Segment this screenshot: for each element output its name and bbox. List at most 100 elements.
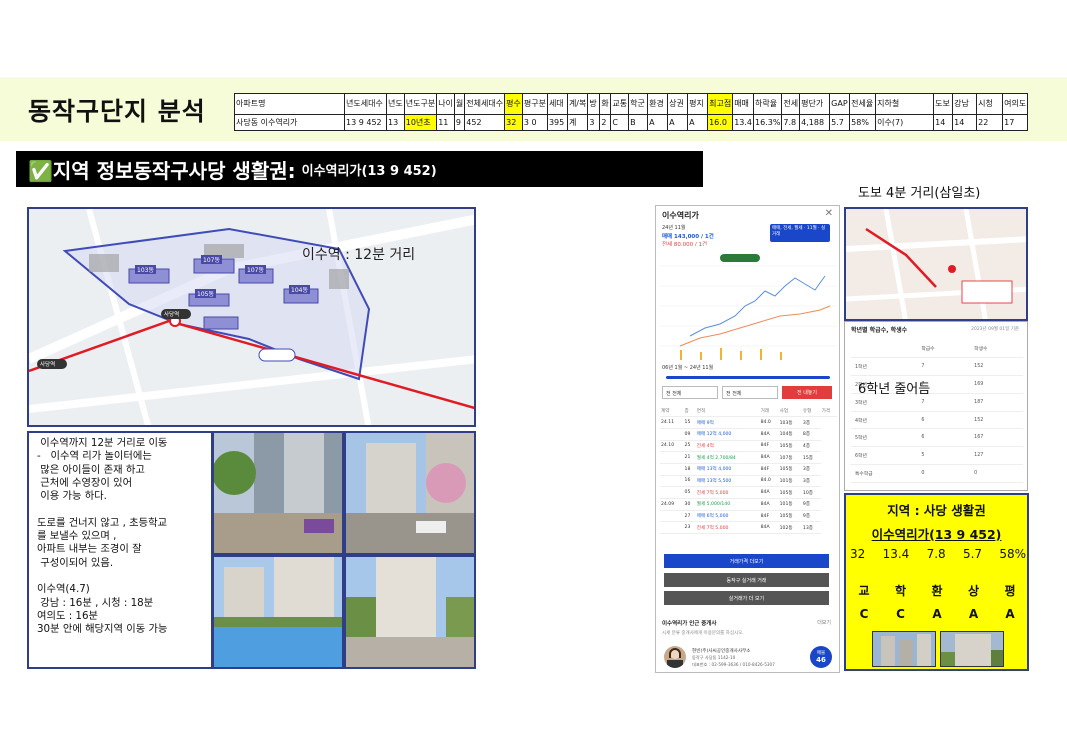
summary-header-cell: 매매 bbox=[732, 93, 754, 115]
more-trades-button[interactable]: 실거래가 더 보기 bbox=[664, 591, 829, 605]
trade-cell: 10층 bbox=[801, 486, 821, 499]
summary-stats: 32 13.4 7.8 5.7 58% bbox=[850, 547, 1026, 561]
school-cell: 7 bbox=[917, 357, 971, 377]
trade-cell bbox=[660, 451, 684, 464]
trade-cell: 84A bbox=[759, 521, 779, 535]
trade-cell: 84A bbox=[759, 486, 779, 499]
summary-header-cell: 평수 bbox=[504, 93, 523, 115]
agent-more-link[interactable]: 더보기 bbox=[817, 619, 831, 626]
school-cell: 152 bbox=[970, 357, 1023, 377]
filter-select[interactable]: 전 전체 bbox=[662, 386, 718, 399]
trade-cell: 18 bbox=[683, 463, 696, 476]
school-stats-panel: 학년별 학급수, 학생수 2023년 09월 01일 기준 학급수 학생수 1학년 7… bbox=[844, 321, 1028, 491]
summary-header-cell: 상권 bbox=[667, 93, 689, 115]
summary-header-cell: 월 bbox=[453, 93, 466, 115]
trade-row[interactable]: 24.11 15 매매 9억 84.0 103동 3층 bbox=[660, 416, 837, 429]
trade-cell: 103동 bbox=[778, 416, 802, 429]
summary-value-cell: 452 bbox=[464, 114, 506, 131]
trade-row[interactable]: 21 월세 4억 2,700/84 84A 107동 15층 bbox=[660, 451, 837, 464]
trade-row[interactable]: 23 전세 7억 5,000 84A 102동 13층 bbox=[660, 521, 837, 535]
summary-value-cell: 58% bbox=[849, 114, 877, 131]
trade-cell bbox=[660, 486, 684, 499]
school-cell: 169 bbox=[970, 375, 1023, 394]
school-cell: 5 bbox=[917, 446, 971, 466]
section-subtitle: 이수역리가(13 9 452) bbox=[301, 163, 437, 179]
trade-header-cell: 가격 bbox=[820, 405, 837, 418]
trade-header-cell: 유형 bbox=[801, 405, 821, 418]
school-caption: 도보 4분 거리(삼일초) bbox=[858, 186, 981, 201]
listing-badge-count: 46 bbox=[816, 656, 826, 664]
map-graphic bbox=[29, 209, 474, 425]
summary-value-cell: 22 bbox=[976, 114, 1004, 131]
trade-cell: 24.09 bbox=[660, 498, 684, 511]
district-trades-button[interactable]: 동작구 실거래 거래 bbox=[664, 573, 829, 587]
school-row: 특수학급 0 0 bbox=[851, 464, 1023, 483]
summary-header-cell: 환경 bbox=[647, 93, 669, 115]
summary-value-cell: 16.3% bbox=[752, 114, 783, 131]
summary-box: 지역 : 사당 생활권 이수역리가(13 9 452) 32 13.4 7.8 5.7… bbox=[844, 493, 1029, 671]
description-line: 아파트 내부는 조경이 잘 bbox=[37, 543, 142, 556]
trade-row[interactable]: 09 매매 12억 4,000 84A 104동 8층 bbox=[660, 428, 837, 441]
summary-value-cell: 14 bbox=[933, 114, 954, 131]
school-cell: 5학년 bbox=[851, 428, 918, 448]
trade-row[interactable]: 27 매매 6억 5,000 84F 105동 9층 bbox=[660, 510, 837, 523]
summary-header-row: 아파트명 년도세대수 년도 년도구분 나이 월 전체세대수 평수 평구분 세대 계/복 방 화 교통 학군 환… bbox=[234, 93, 1029, 115]
building-label: 107동 bbox=[245, 265, 266, 274]
trade-row[interactable]: 18 매매 13억 4,000 84F 105동 3층 bbox=[660, 463, 837, 476]
trade-cell: 24.10 bbox=[660, 440, 684, 453]
school-header-row: 학급수 학생수 bbox=[851, 340, 1023, 359]
school-cell: 6 bbox=[917, 411, 971, 430]
listing-count-badge[interactable]: 매물 46 bbox=[810, 646, 832, 668]
trade-row[interactable]: 24.10 25 전세 4억 84F 105동 4층 bbox=[660, 440, 837, 453]
trade-cell: 월세 5,000/140 bbox=[695, 498, 760, 511]
school-stats-date: 2023년 09월 01일 기준 bbox=[971, 327, 1019, 332]
school-row: 1학년 7 152 bbox=[851, 357, 1023, 377]
school-cell: 6 bbox=[917, 428, 971, 448]
description-line: 도로를 건너지 않고 , 초등학교 bbox=[37, 516, 168, 529]
school-cell: 167 bbox=[970, 428, 1023, 448]
list-property-button[interactable]: 전 내놓기 bbox=[782, 386, 832, 399]
station-label: 사당역 bbox=[164, 312, 180, 318]
more-prices-button[interactable]: 거래가격 더보기 bbox=[664, 554, 829, 568]
trade-cell: 15층 bbox=[801, 451, 821, 464]
school-header-cell bbox=[851, 340, 918, 359]
summary-apartment-name: 이수역리가(13 9 452) bbox=[846, 524, 1027, 543]
trade-cell: 16 bbox=[683, 475, 696, 488]
description-box: 이수역까지 12분 거리로 이동 - 이수역 리가 놀이터에는 많은 아이들이 존… bbox=[27, 431, 213, 669]
range-slider[interactable] bbox=[666, 376, 830, 379]
summary-value-cell: 9 bbox=[453, 114, 466, 131]
school-cell: 6학년 bbox=[851, 446, 918, 466]
trade-cell: 104동 bbox=[778, 428, 802, 441]
description-line: 30분 안에 해당지역 이동 가능 bbox=[37, 623, 168, 636]
summary-value-cell: 이수(7) bbox=[875, 114, 935, 131]
trade-header-cell: 사업 bbox=[778, 405, 802, 418]
summary-header-cell: 년도세대수 bbox=[344, 93, 387, 115]
photo-walkway bbox=[344, 555, 476, 669]
summary-header-cell: 여의도 bbox=[1002, 93, 1029, 115]
summary-value-cell: 3 0 bbox=[521, 114, 548, 131]
trade-cell: 84.0 bbox=[759, 416, 779, 429]
summary-category: 상 bbox=[967, 584, 980, 598]
summary-header-cell: 시청 bbox=[976, 93, 1004, 115]
price-chart bbox=[660, 246, 837, 362]
summary-value-cell: 13 bbox=[386, 114, 405, 131]
summary-header-cell: 교통 bbox=[610, 93, 630, 115]
agent-avatar bbox=[664, 646, 686, 668]
trade-cell: 매매 13억 4,000 bbox=[695, 463, 760, 476]
summary-stat: 32 bbox=[850, 547, 866, 561]
description-line: 구성이되어 있음. bbox=[37, 556, 114, 569]
trade-type-tab[interactable]: 매매, 전세, 월세 · 11월 · 실거래 bbox=[770, 224, 830, 242]
close-icon[interactable]: ✕ bbox=[825, 208, 833, 219]
trade-cell: 13층 bbox=[801, 521, 821, 535]
trade-row[interactable]: 24.09 30 월세 5,000/140 84A 101동 9층 bbox=[660, 498, 837, 511]
trade-cell: 107동 bbox=[778, 451, 802, 464]
filter-select[interactable]: 전 전체 bbox=[722, 386, 778, 399]
summary-category: 평 bbox=[1004, 584, 1016, 598]
summary-value-cell: 4,188 bbox=[799, 114, 831, 131]
trade-row[interactable]: 16 매매 13억 5,500 84.0 101동 3층 bbox=[660, 475, 837, 488]
trade-cell: 84F bbox=[759, 440, 779, 453]
trade-row[interactable]: 05 전세 7억 5,000 84A 105동 10층 bbox=[660, 486, 837, 499]
trade-cell: 27 bbox=[683, 510, 696, 523]
summary-stat: 58% bbox=[999, 547, 1026, 561]
trade-cell: 8층 bbox=[801, 428, 821, 441]
